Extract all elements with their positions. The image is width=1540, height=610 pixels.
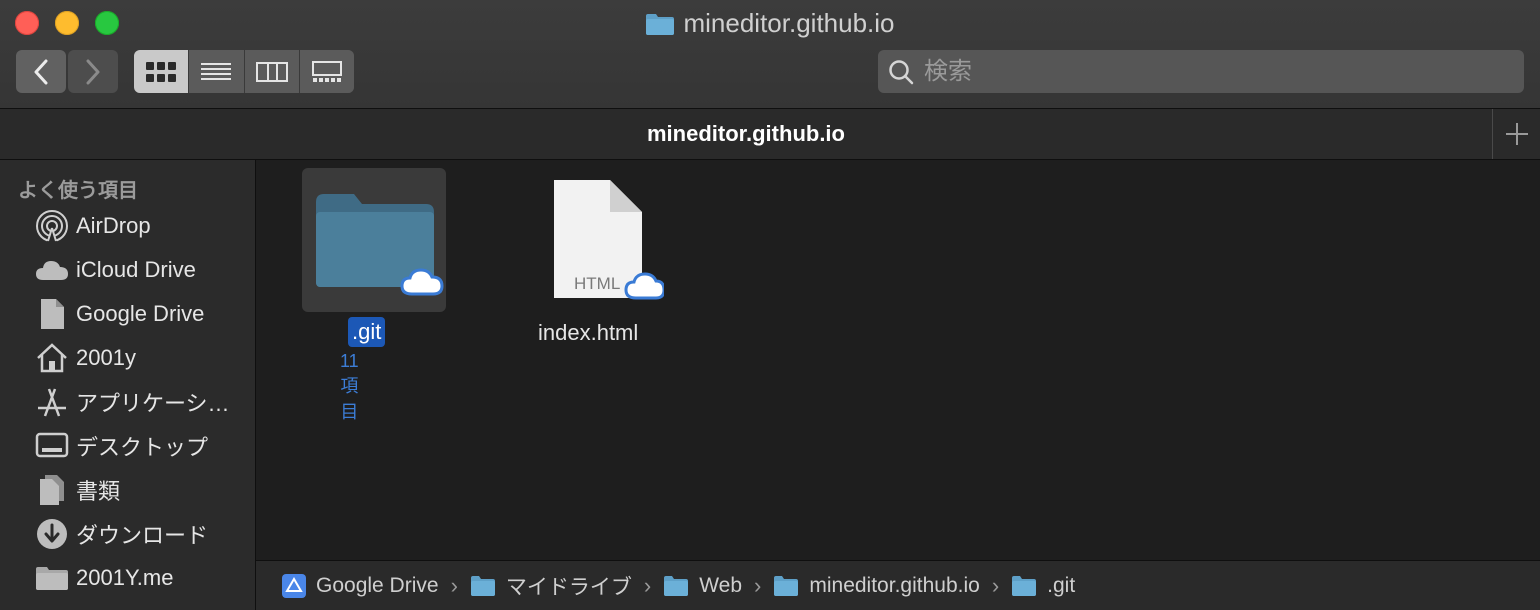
- sidebar-item-applications[interactable]: アプリケーシ…: [34, 382, 249, 422]
- sidebar-item-label: AirDrop: [76, 213, 151, 238]
- icon-view-button[interactable]: [134, 50, 190, 93]
- sidebar-item-label: デスクトップ: [76, 435, 209, 460]
- sidebar-item-google-drive[interactable]: Google Drive: [34, 294, 249, 334]
- breadcrumb-web[interactable]: Web: [663, 574, 742, 598]
- chevron-right-icon: [86, 59, 100, 84]
- chevron-right-icon: ›: [754, 572, 762, 598]
- list-view-button[interactable]: [189, 50, 245, 93]
- toolbar: mineditor.github.io: [0, 0, 1540, 109]
- document-icon: [34, 296, 70, 332]
- forward-button[interactable]: [68, 50, 118, 93]
- folder-icon: [1011, 575, 1037, 597]
- chevron-right-icon: ›: [450, 572, 458, 598]
- applications-icon: [34, 384, 70, 420]
- sidebar-item-label: Google Drive: [76, 301, 205, 326]
- finder-window: mineditor.github.io 検索 mineditor.github.…: [0, 0, 1540, 610]
- folder-icon: [470, 575, 496, 597]
- breadcrumb-label: Google Drive: [316, 573, 439, 597]
- sidebar-item-label: ダウンロード: [76, 523, 209, 548]
- breadcrumb-label: mineditor.github.io: [809, 573, 980, 597]
- folder-icon: [663, 575, 689, 597]
- breadcrumb-label: マイドライブ: [505, 575, 632, 599]
- breadcrumb-label: .git: [1047, 573, 1076, 597]
- grid-icon: [146, 61, 177, 82]
- back-button[interactable]: [16, 50, 66, 93]
- sidebar-item-2001y-me[interactable]: 2001Y.me: [34, 558, 249, 598]
- file-type-label: HTML: [574, 274, 621, 293]
- file-name: index.html: [538, 320, 639, 345]
- sidebar-item-label: アプリケーシ…: [76, 391, 230, 416]
- search-icon: [889, 59, 914, 84]
- sidebar-item-downloads[interactable]: ダウンロード: [34, 514, 249, 554]
- sidebar-item-airdrop[interactable]: AirDrop: [34, 206, 249, 246]
- new-tab-button[interactable]: [1492, 109, 1540, 159]
- chevron-right-icon: ›: [643, 572, 652, 598]
- gallery-icon: [311, 60, 342, 82]
- chevron-right-icon: ›: [991, 572, 1000, 598]
- window-title-bar: mineditor.github.io: [0, 7, 1540, 43]
- path-bar: Google Drive › マイドライブ › Web › mineditor.…: [256, 560, 1540, 610]
- folder-icon: [773, 575, 799, 597]
- search-input[interactable]: [922, 56, 1486, 87]
- folder-icon: [645, 11, 675, 43]
- airdrop-icon: [34, 208, 70, 244]
- home-icon: [34, 340, 70, 376]
- search-field[interactable]: [878, 50, 1524, 93]
- view-mode-segmented-control: [134, 50, 354, 93]
- plus-icon: [1506, 123, 1528, 145]
- cloud-icon: [34, 252, 70, 288]
- file-browser-area: .git 11項目 HTML index.html: [256, 160, 1540, 560]
- breadcrumb-my-drive[interactable]: マイドライブ: [470, 571, 632, 601]
- breadcrumb-label: Web: [699, 573, 743, 597]
- file-name: .git: [348, 317, 386, 347]
- documents-icon: [34, 472, 70, 508]
- chevron-left-icon: [34, 59, 48, 84]
- tab-current[interactable]: mineditor.github.io: [0, 109, 1492, 159]
- sidebar-item-label: 書類: [76, 479, 121, 504]
- breadcrumb-google-drive[interactable]: Google Drive: [282, 573, 439, 598]
- desktop-icon: [34, 428, 70, 464]
- sidebar-section-favorites: よく使う項目: [18, 180, 138, 202]
- sidebar-item-home[interactable]: 2001y: [34, 338, 249, 378]
- breadcrumb-git[interactable]: .git: [1011, 574, 1075, 598]
- folder-icon: [316, 194, 444, 296]
- sidebar-item-label: 2001Y.me: [76, 565, 174, 590]
- column-view-button[interactable]: [244, 50, 300, 93]
- folder-icon: [34, 560, 70, 596]
- sidebar: よく使う項目 AirDrop iCloud Drive Google Drive…: [0, 160, 256, 610]
- sidebar-item-icloud-drive[interactable]: iCloud Drive: [34, 250, 249, 290]
- download-icon: [34, 516, 70, 552]
- sidebar-item-desktop[interactable]: デスクトップ: [34, 426, 249, 466]
- columns-icon: [255, 61, 288, 82]
- window-title: mineditor.github.io: [683, 8, 895, 38]
- google-drive-icon: [282, 573, 306, 598]
- file-item-count: 11項目: [340, 351, 359, 422]
- sidebar-item-label: 2001y: [76, 345, 136, 370]
- tab-bar: mineditor.github.io: [0, 109, 1540, 160]
- breadcrumb-mineditor[interactable]: mineditor.github.io: [773, 573, 980, 598]
- gallery-view-button[interactable]: [299, 50, 354, 93]
- sidebar-item-label: iCloud Drive: [76, 257, 196, 282]
- sidebar-item-documents[interactable]: 書類: [34, 470, 249, 510]
- list-icon: [201, 62, 232, 80]
